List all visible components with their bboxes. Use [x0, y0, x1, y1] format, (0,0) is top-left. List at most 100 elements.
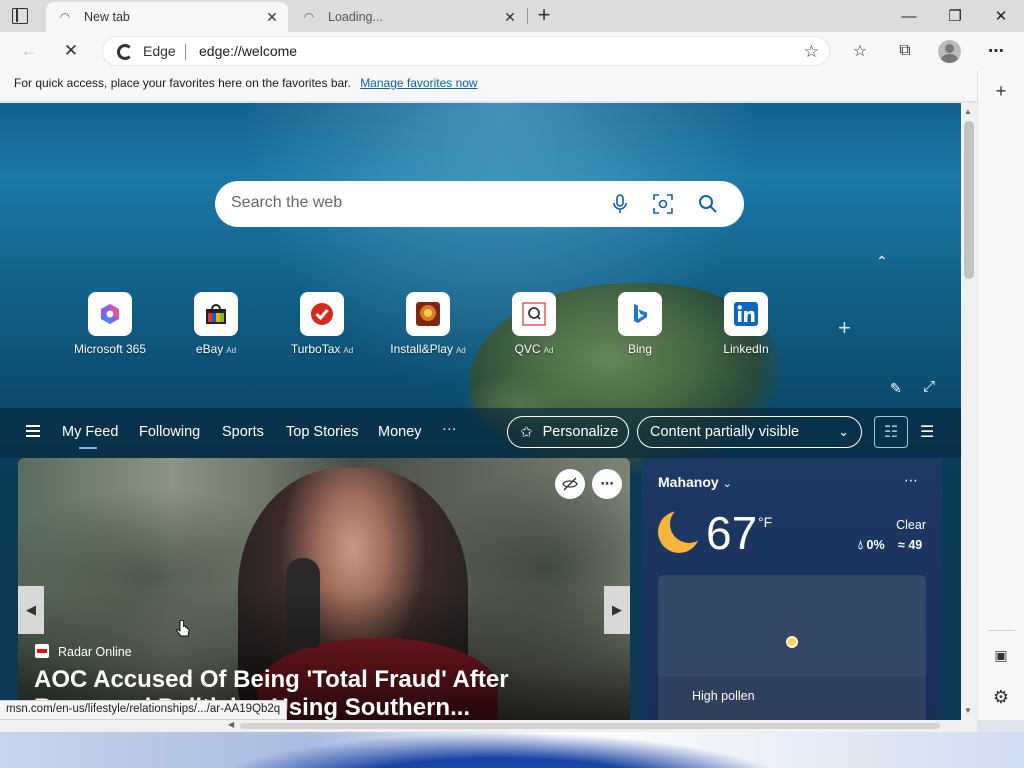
ad-badge: Ad [543, 346, 554, 355]
favorites-bar: For quick access, place your favorites h… [0, 70, 977, 102]
quick-link-turbotax[interactable]: TurboTax Ad [269, 292, 375, 356]
sparkle-star-icon: ✩ [520, 424, 533, 441]
stop-loading-button[interactable]: ✕ [58, 39, 84, 63]
hide-story-icon[interactable] [555, 469, 585, 499]
address-separator [185, 44, 186, 60]
story-more-options-icon[interactable]: ⋯ [592, 469, 622, 499]
moon-icon [658, 505, 708, 553]
ad-badge: Ad [455, 346, 466, 355]
tab-bar: ◠ New tab ✕ ◠ Loading... ✕ + — ❐ ✕ [0, 0, 1024, 32]
address-bar[interactable]: Edge edge://welcome ☆ [102, 36, 830, 66]
minimize-button[interactable]: — [886, 0, 932, 32]
desktop-wallpaper [0, 732, 1024, 768]
site-label: Edge [143, 43, 176, 59]
search-box[interactable] [215, 181, 744, 227]
ad-badge: Ad [226, 346, 237, 355]
quick-link-bing[interactable]: Bing [587, 292, 693, 356]
edit-background-icon[interactable]: ✎ [890, 380, 902, 397]
back-button[interactable]: ← [16, 39, 42, 63]
status-url: msn.com/en-us/lifestyle/relationships/..… [0, 700, 288, 720]
personalize-label: Personalize [542, 424, 619, 440]
wallpaper-bloom [200, 732, 800, 768]
weather-temperature: 67 [706, 507, 758, 559]
horizontal-scroll-thumb[interactable] [240, 723, 940, 729]
quick-link-label: QVC [514, 342, 541, 356]
expand-icon[interactable]: ⤢ [923, 378, 935, 395]
tab-loading[interactable]: ◠ Loading... ✕ [290, 2, 526, 32]
favorites-icon[interactable]: ☆ [848, 40, 872, 62]
sidebar-settings-icon[interactable]: ⚙ [990, 686, 1012, 708]
install-play-icon [406, 292, 450, 336]
search-input[interactable] [231, 194, 591, 212]
qvc-icon [512, 292, 556, 336]
collections-icon[interactable]: ⧉ [893, 40, 917, 62]
restore-button[interactable]: ❐ [932, 0, 978, 32]
vertical-scrollbar[interactable]: ▲ ▼ [961, 103, 977, 720]
radar-online-logo [35, 644, 49, 658]
chevron-down-icon: ⌄ [722, 478, 732, 490]
quick-link-label: Install&Play [390, 342, 453, 356]
vertical-scroll-thumb[interactable] [964, 121, 974, 279]
quick-link-label: Bing [627, 342, 653, 356]
search-icon[interactable] [697, 193, 719, 215]
sidebar-divider [988, 630, 1015, 631]
close-tab-icon[interactable]: ✕ [264, 9, 280, 25]
add-favorite-icon[interactable]: ☆ [804, 42, 819, 62]
weather-more-options-icon[interactable]: ⋯ [904, 472, 918, 489]
quick-link-microsoft-365[interactable]: Microsoft 365 [57, 292, 163, 356]
close-tab-icon[interactable]: ✕ [502, 9, 518, 25]
visual-search-icon[interactable] [652, 193, 674, 215]
url-text[interactable]: edge://welcome [199, 43, 297, 59]
ad-badge: Ad [343, 346, 354, 355]
feed-navigation: My Feed Following Sports Top Stories Mon… [0, 408, 961, 458]
linkedin-icon [724, 292, 768, 336]
edge-sidebar: + ▣ ⚙ [977, 70, 1024, 720]
loading-spinner-icon: ◠ [303, 10, 315, 24]
quick-link-linkedin[interactable]: LinkedIn [693, 292, 799, 356]
loading-spinner-icon: ◠ [59, 10, 71, 24]
pollen-label: High pollen [692, 689, 755, 703]
list-layout-icon[interactable]: ☰ [920, 422, 934, 442]
grid-layout-icon[interactable]: ☷ [874, 416, 908, 448]
personalize-button[interactable]: ✩ Personalize [507, 416, 629, 448]
content-visibility-dropdown[interactable]: Content partially visible ⌄ [637, 416, 862, 448]
tab-following[interactable]: Following [139, 424, 200, 440]
scroll-left-icon[interactable]: ◀ [228, 720, 234, 729]
microphone-icon[interactable] [609, 193, 631, 215]
turbotax-icon [300, 292, 344, 336]
bing-icon [618, 292, 662, 336]
more-tabs-button[interactable]: ··· [442, 421, 457, 437]
collapse-chevron-icon[interactable]: ⌃ [876, 253, 888, 270]
new-tab-page: ⌃ Microsoft 365 eBayAd TurboTaxAd Instal… [0, 103, 961, 720]
profile-avatar[interactable] [938, 40, 961, 63]
tab-top-stories[interactable]: Top Stories [286, 424, 359, 440]
quick-link-install-play[interactable]: Install&Play Ad [375, 292, 481, 356]
next-story-button[interactable]: ▶ [604, 586, 630, 634]
previous-story-button[interactable]: ◀ [18, 586, 44, 634]
manage-favorites-link[interactable]: Manage favorites now [360, 76, 477, 90]
scroll-up-icon[interactable]: ▲ [964, 107, 972, 116]
pollen-panel[interactable]: High pollen [658, 575, 926, 720]
hero-news-card[interactable]: ⋯ ◀ ▶ Radar Online AOC Accused Of Being … [18, 458, 630, 720]
weather-card[interactable]: Mahanoy ⌄ ⋯ 67 °F Clear 💧︎ 0% ≈ 49 High … [642, 458, 942, 720]
tab-new-tab[interactable]: ◠ New tab ✕ [46, 2, 288, 32]
quick-link-qvc[interactable]: QVC Ad [481, 292, 587, 356]
tab-title: New tab [84, 10, 130, 24]
hide-sidebar-icon[interactable]: ▣ [990, 644, 1012, 666]
add-site-icon[interactable]: + [838, 315, 851, 341]
new-tab-button[interactable]: + [532, 4, 556, 28]
settings-more-icon[interactable]: ⋯ [984, 40, 1008, 62]
tab-sports[interactable]: Sports [222, 424, 264, 440]
content-visibility-label: Content partially visible [650, 424, 800, 440]
add-sidebar-app-icon[interactable]: + [990, 80, 1012, 102]
weather-location[interactable]: Mahanoy ⌄ [658, 474, 732, 490]
tab-money[interactable]: Money [378, 424, 422, 440]
quick-link-ebay[interactable]: eBay Ad [163, 292, 269, 356]
tab-my-feed[interactable]: My Feed [62, 424, 118, 449]
menu-icon[interactable] [26, 425, 40, 437]
scroll-down-icon[interactable]: ▼ [964, 706, 972, 715]
tab-actions-icon[interactable] [12, 8, 28, 24]
horizontal-scrollbar[interactable]: ◀ [0, 720, 977, 732]
quick-link-label: TurboTax [290, 342, 341, 356]
close-window-button[interactable]: ✕ [978, 0, 1024, 32]
